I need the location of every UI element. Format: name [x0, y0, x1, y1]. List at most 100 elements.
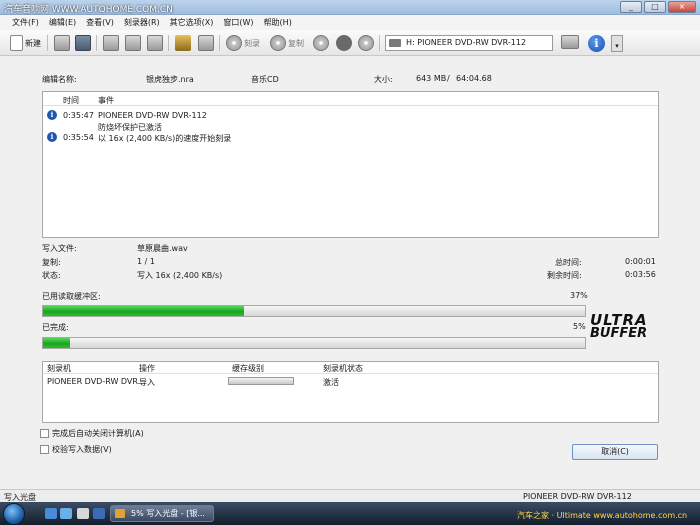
open-icon[interactable]	[54, 35, 70, 51]
completed-label: 已完成:	[42, 323, 69, 332]
quicklaunch-ie-icon[interactable]	[93, 508, 105, 519]
watermark-text: 汽车之家 · Ultimate www.autohome.com.cn	[517, 511, 688, 520]
size-mb-value: 643 MB	[416, 74, 447, 83]
drive-icon[interactable]	[358, 35, 374, 51]
col-buffer-level[interactable]: 缓存级别	[232, 363, 264, 374]
menu-edit[interactable]: 编辑(E)	[45, 15, 80, 30]
menu-extras[interactable]: 其它选项(X)	[166, 15, 218, 30]
write-file-label: 写入文件:	[42, 244, 77, 253]
switch-windows-icon[interactable]	[60, 508, 72, 519]
total-time-value: 0:00:01	[625, 257, 656, 266]
copy-count-label: 复制:	[42, 258, 61, 267]
cut-icon[interactable]	[103, 35, 119, 51]
statusbar-right-text: PIONEER DVD-RW DVR-112	[523, 492, 632, 501]
cancel-button[interactable]: 取消(C)	[572, 444, 658, 460]
menu-recorder[interactable]: 刻录器(R)	[120, 15, 164, 30]
compile-name-label: 编辑名称:	[42, 75, 77, 84]
edit-compilation-icon[interactable]	[175, 35, 191, 51]
completed-percent: 5%	[573, 322, 586, 331]
col-recorder-state[interactable]: 刻录机状态	[323, 363, 363, 374]
menu-help[interactable]: 帮助(H)	[260, 15, 296, 30]
remaining-time-value: 0:03:56	[625, 270, 656, 279]
log-row-time: 0:35:47	[63, 111, 94, 120]
state-label: 状态:	[42, 271, 61, 280]
window-controls: _ □ ×	[620, 1, 696, 13]
window-title: 汽车音响网 WWW.AUTOHOME.COM.CN	[4, 5, 173, 15]
logo-line2: BUFFER	[590, 326, 648, 341]
maximize-button[interactable]: □	[644, 1, 666, 13]
buffer-progress-bar	[42, 305, 586, 317]
col-recorder[interactable]: 刻录机	[47, 363, 71, 374]
optical-drive-icon	[389, 39, 401, 47]
log-header: 时间 事件	[43, 92, 658, 106]
total-time-label: 总时间:	[555, 258, 582, 267]
burn-label: 刻录	[244, 38, 260, 48]
menu-view[interactable]: 查看(V)	[82, 15, 118, 30]
toolbar-separator	[168, 35, 169, 51]
recorder-row-action: 导入	[139, 378, 155, 387]
toolbar-overflow-button[interactable]: ▾	[611, 35, 623, 52]
recorder-list[interactable]: 刻录机 操作 缓存级别 刻录机状态 PIONEER DVD-RW DVR... …	[42, 361, 659, 423]
title-bar: 汽车音响网 WWW.AUTOHOME.COM.CN _ □ ×	[0, 0, 700, 15]
write-file-value: 草原晨曲.wav	[137, 244, 188, 253]
col-action[interactable]: 操作	[139, 363, 155, 374]
new-button[interactable]: 新建	[10, 34, 41, 52]
logo-line1: ULTRA	[590, 311, 648, 329]
event-log-list[interactable]: 时间 事件 i 0:35:47 PIONEER DVD-RW DVR-112 防…	[42, 91, 659, 238]
completed-progress-fill	[43, 338, 71, 348]
quicklaunch-icon[interactable]	[77, 508, 89, 519]
log-row: i 0:35:47 PIONEER DVD-RW DVR-112	[43, 110, 658, 121]
taskbar-window-label: 5% 写入光盘 - [银...	[131, 509, 205, 518]
copy-disc-label: 复制	[288, 38, 304, 48]
recorder-buffer-bar	[228, 377, 294, 385]
toolbar-separator	[96, 35, 97, 51]
verify-option[interactable]: 校验写入数据(V)	[40, 444, 112, 455]
buffer-label: 已用读取缓冲区:	[42, 292, 101, 301]
toolbar-separator	[379, 35, 380, 51]
erase-icon[interactable]	[198, 35, 214, 51]
status-bar: 写入光盘 PIONEER DVD-RW DVR-112	[0, 489, 700, 502]
log-col-time[interactable]: 时间	[63, 95, 79, 106]
eject-icon[interactable]	[336, 35, 352, 51]
paste-icon[interactable]	[147, 35, 163, 51]
info-icon: i	[47, 110, 57, 120]
log-row-continuation: 防烧坏保护已激活	[43, 121, 658, 132]
auto-shutdown-option[interactable]: 完成后自动关闭计算机(A)	[40, 428, 144, 439]
save-icon[interactable]	[75, 35, 91, 51]
taskbar-window-button[interactable]: 5% 写入光盘 - [银...	[110, 505, 214, 522]
verify-label: 校验写入数据(V)	[52, 445, 112, 454]
menu-file[interactable]: 文件(F)	[8, 15, 43, 30]
auto-shutdown-checkbox[interactable]	[40, 429, 49, 438]
log-row-event: PIONEER DVD-RW DVR-112	[98, 111, 207, 120]
size-label: 大小:	[374, 75, 393, 84]
recorder-properties-icon[interactable]	[561, 35, 579, 49]
compile-type-value: 音乐CD	[251, 75, 279, 84]
minimize-button[interactable]: _	[620, 1, 642, 13]
close-button[interactable]: ×	[668, 1, 696, 13]
copy-disc-button[interactable]: 复制	[270, 34, 304, 52]
completed-progress-bar	[42, 337, 586, 349]
taskbar: 5% 写入光盘 - [银... 汽车之家 · Ultimate www.auto…	[0, 502, 700, 525]
log-row-time: 0:35:54	[63, 133, 94, 142]
copy-count-value: 1 / 1	[137, 257, 155, 266]
log-col-event[interactable]: 事件	[98, 95, 114, 106]
show-desktop-icon[interactable]	[45, 508, 57, 519]
menu-bar: 文件(F) 编辑(E) 查看(V) 刻录器(R) 其它选项(X) 窗口(W) 帮…	[0, 15, 700, 30]
remaining-time-label: 剩余时间:	[547, 271, 582, 280]
auto-shutdown-label: 完成后自动关闭计算机(A)	[52, 429, 144, 438]
drive-select-value: H: PIONEER DVD-RW DVR-112	[406, 38, 527, 47]
start-button[interactable]	[3, 503, 25, 525]
compile-name-value: 银虎独步.nra	[146, 75, 194, 84]
verify-checkbox[interactable]	[40, 445, 49, 454]
burn-button[interactable]: 刻录	[226, 34, 260, 52]
menu-window[interactable]: 窗口(W)	[219, 15, 257, 30]
nero-app-icon	[115, 509, 125, 518]
info-button[interactable]: i	[588, 35, 605, 52]
disc-info-icon[interactable]	[313, 35, 329, 51]
new-document-icon	[10, 35, 23, 51]
copy-icon[interactable]	[125, 35, 141, 51]
buffer-percent: 37%	[570, 291, 588, 300]
drive-select[interactable]: H: PIONEER DVD-RW DVR-112	[385, 35, 553, 51]
new-label: 新建	[25, 38, 41, 48]
recorder-row-name: PIONEER DVD-RW DVR...	[47, 377, 146, 386]
